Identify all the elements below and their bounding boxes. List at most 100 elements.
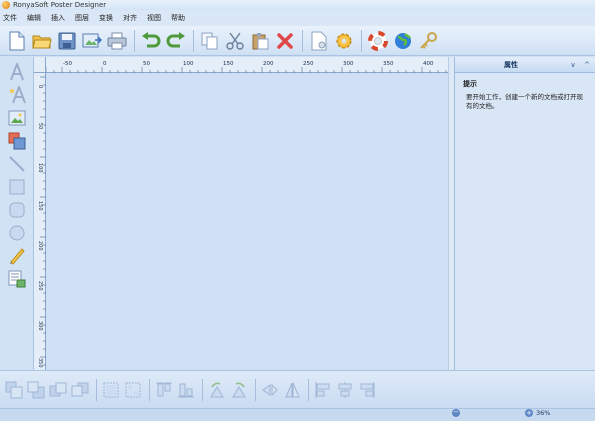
rounded-rectangle-icon — [9, 202, 24, 218]
save-disk-icon — [58, 32, 76, 49]
register-button[interactable] — [416, 29, 440, 53]
clipart-tool[interactable] — [5, 130, 29, 152]
scissors-icon — [226, 32, 244, 50]
text-tool[interactable] — [5, 61, 29, 83]
toolbar-separator — [134, 29, 135, 52]
document-image-icon — [8, 270, 25, 288]
align-bottom-button[interactable] — [176, 379, 196, 401]
open-button[interactable] — [30, 29, 54, 53]
align-left-button[interactable] — [313, 379, 333, 401]
zoom-control: + 36% — [525, 409, 550, 417]
export-button[interactable] — [80, 29, 104, 53]
cut-button[interactable] — [223, 29, 247, 53]
image-tool[interactable] — [5, 107, 29, 129]
flip-vertical-button[interactable] — [282, 379, 302, 401]
menu-edit[interactable]: 编辑 — [27, 13, 41, 23]
menu-align[interactable]: 对齐 — [123, 13, 137, 23]
undo-arrow-icon — [142, 31, 161, 47]
delete-button[interactable] — [273, 29, 297, 53]
toolbar-separator — [361, 29, 362, 52]
align-top-icon — [156, 382, 172, 396]
ruler-label: 200 — [263, 61, 274, 67]
panel-pin-button[interactable]: ^ — [581, 59, 593, 71]
rounded-rectangle-tool[interactable] — [5, 199, 29, 221]
website-button[interactable] — [391, 29, 415, 53]
ruler-label: 350 — [383, 61, 394, 67]
redo-button[interactable] — [164, 29, 188, 53]
main-toolbar — [0, 26, 595, 56]
ungroup-button[interactable] — [123, 379, 143, 401]
align-top-button[interactable] — [154, 379, 174, 401]
globe-icon — [395, 32, 412, 49]
bring-forward-button[interactable] — [48, 379, 68, 401]
toolbar-separator — [149, 378, 150, 401]
send-back-icon — [27, 381, 45, 398]
art-text-tool[interactable] — [5, 84, 29, 106]
menu-transform[interactable]: 变换 — [99, 13, 113, 23]
ruler-label: 100 — [37, 163, 43, 173]
ruler-label: 100 — [183, 61, 194, 67]
folder-open-icon — [32, 35, 52, 48]
ruler-label: 300 — [343, 61, 354, 67]
toolbar-separator — [302, 29, 303, 52]
ruler-label: 200 — [37, 241, 43, 251]
send-backward-icon — [71, 382, 89, 396]
page-setup-button[interactable] — [307, 29, 331, 53]
ellipse-icon — [9, 225, 24, 241]
copy-icon — [201, 32, 218, 49]
group-button[interactable] — [101, 379, 121, 401]
undo-button[interactable] — [139, 29, 163, 53]
barcode-tool[interactable] — [5, 268, 29, 290]
bring-to-front-button[interactable] — [4, 379, 24, 401]
app-icon — [2, 1, 10, 9]
menu-insert[interactable]: 插入 — [51, 13, 65, 23]
help-button[interactable] — [366, 29, 390, 53]
redo-arrow-icon — [166, 31, 185, 47]
send-to-back-button[interactable] — [26, 379, 46, 401]
horizontal-ruler: -50 0 50 100 150 200 250 300 350 400 — [46, 57, 448, 73]
new-button[interactable] — [5, 29, 29, 53]
align-center-icon — [338, 381, 352, 398]
rotate-left-button[interactable] — [207, 379, 227, 401]
align-right-button[interactable] — [357, 379, 377, 401]
toolbar-separator — [96, 378, 97, 401]
zoom-in-button[interactable]: + — [525, 409, 533, 417]
panel-dropdown-button[interactable]: ∨ — [567, 59, 579, 71]
ruler-label: 150 — [37, 201, 43, 211]
delete-x-icon — [277, 32, 293, 49]
paste-button[interactable] — [248, 29, 272, 53]
rectangle-tool[interactable] — [5, 176, 29, 198]
ruler-label: 250 — [303, 61, 314, 67]
send-backward-button[interactable] — [70, 379, 90, 401]
ruler-label: 0 — [37, 85, 43, 88]
rotate-right-button[interactable] — [229, 379, 249, 401]
menu-layer[interactable]: 图层 — [75, 13, 89, 23]
vertical-ruler-ticks: 0 50 100 150 200 250 300 350 — [37, 76, 46, 368]
flip-horizontal-button[interactable] — [260, 379, 280, 401]
menu-view[interactable]: 视图 — [147, 13, 161, 23]
ruler-label: 50 — [143, 61, 150, 67]
horizontal-ruler-ticks: -50 0 50 100 150 200 250 300 350 400 — [46, 61, 447, 73]
ruler-label: 250 — [37, 281, 43, 291]
ruler-label: 350 — [37, 358, 43, 368]
line-icon — [8, 156, 25, 172]
ruler-label: -50 — [63, 61, 72, 67]
save-button[interactable] — [55, 29, 79, 53]
rectangle-icon — [9, 179, 24, 195]
new-document-icon — [9, 31, 25, 50]
pencil-tool[interactable] — [5, 245, 29, 267]
rotate-left-icon — [210, 382, 224, 397]
print-button[interactable] — [105, 29, 129, 53]
hint-heading: 提示 — [463, 80, 477, 88]
ellipse-tool[interactable] — [5, 222, 29, 244]
align-center-button[interactable] — [335, 379, 355, 401]
copy-button[interactable] — [198, 29, 222, 53]
lifebuoy-icon — [368, 30, 388, 51]
line-tool[interactable] — [5, 153, 29, 175]
export-image-icon — [82, 33, 102, 47]
menu-file[interactable]: 文件 — [3, 13, 17, 23]
menu-help[interactable]: 帮助 — [171, 13, 185, 23]
zoom-out-button[interactable]: − — [452, 409, 460, 417]
design-canvas[interactable] — [46, 73, 448, 370]
settings-button[interactable] — [332, 29, 356, 53]
